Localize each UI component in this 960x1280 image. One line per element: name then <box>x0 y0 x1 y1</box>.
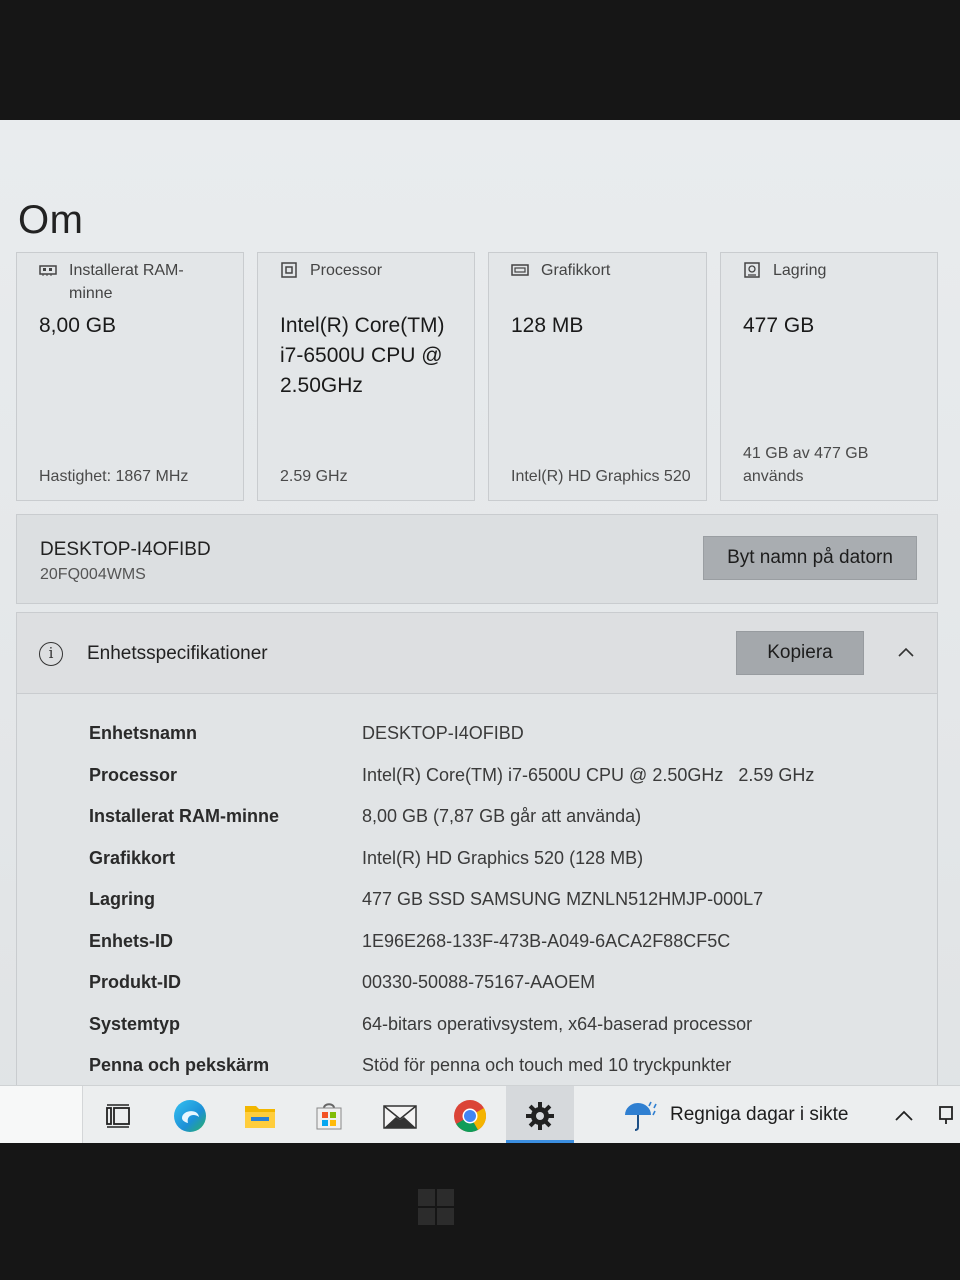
spec-key: Installerat RAM-minne <box>89 806 280 826</box>
ram-icon <box>39 265 57 276</box>
spec-row: Produkt-ID 00330-50088-75167-AAOEM <box>89 972 909 1014</box>
spec-key: Systemtyp <box>89 1013 181 1034</box>
weather-widget-text[interactable]: Regniga dagar i sikte <box>670 1104 849 1126</box>
storage-card-value: 477 GB <box>743 314 815 337</box>
ram-card-sub: Hastighet: 1867 MHz <box>39 468 189 485</box>
file-explorer-icon[interactable] <box>240 1096 280 1136</box>
umbrella-rain-icon[interactable] <box>620 1096 660 1136</box>
store-icon[interactable] <box>309 1096 349 1136</box>
spec-value: 477 GB SSD SAMSUNG MZNLN512HMJP-000L7 <box>362 889 764 909</box>
spec-row: Lagring 477 GB SSD SAMSUNG MZNLN512HMJP-0… <box>89 889 909 931</box>
storage-card-sub: 41 GB av 477 GB används <box>743 445 869 485</box>
network-icon[interactable] <box>932 1096 960 1136</box>
spec-value: 00330-50088-75167-AAOEM <box>362 972 596 992</box>
ram-card-label: Installerat RAM-minne <box>69 262 184 302</box>
spec-key: Enhets-ID <box>89 930 174 951</box>
edge-icon[interactable] <box>170 1096 210 1136</box>
processor-card-label: Processor <box>310 262 383 279</box>
processor-card-sub: 2.59 GHz <box>280 468 348 485</box>
storage-card: Lagring 477 GB 41 GB av 477 GB används <box>720 252 938 501</box>
device-specifications-header[interactable]: i Enhetsspecifikationer Kopiera <box>17 613 937 694</box>
chevron-up-icon[interactable] <box>897 643 915 661</box>
spec-row: Installerat RAM-minne 8,00 GB (7,87 GB gå… <box>89 806 909 848</box>
spec-value: Stöd för penna och touch med 10 tryckpun… <box>362 1055 732 1075</box>
device-name: DESKTOP-I4OFIBD <box>40 539 211 560</box>
device-name-panel: DESKTOP-I4OFIBD 20FQ004WMS Byt namn på d… <box>16 514 938 604</box>
graphics-card-label: Grafikkort <box>541 262 611 279</box>
windows-logo-icon <box>418 1189 454 1225</box>
ram-card-value: 8,00 GB <box>39 314 117 337</box>
graphics-card: Grafikkort 128 MB Intel(R) HD Graphics 5… <box>488 252 707 501</box>
processor-card: Processor Intel(R) Core(TM) i7-6500U CPU… <box>257 252 475 501</box>
spec-value: 64-bitars operativsystem, x64-baserad pr… <box>362 1013 753 1034</box>
chevron-up-icon[interactable] <box>884 1096 924 1136</box>
ram-card: Installerat RAM-minne 8,00 GB Hastighet:… <box>16 252 244 501</box>
spec-value: Intel(R) Core(TM) i7-6500U CPU @ 2.50GHz… <box>362 764 815 785</box>
spec-row: Systemtyp 64-bitars operativsystem, x64-b… <box>89 1014 909 1056</box>
taskbar-search-area[interactable] <box>0 1086 83 1143</box>
chrome-icon[interactable] <box>450 1096 490 1136</box>
device-model: 20FQ004WMS <box>40 566 146 583</box>
spec-value: Intel(R) HD Graphics 520 (128 MB) <box>362 847 644 868</box>
spec-value: 8,00 GB (7,87 GB går att använda) <box>362 806 642 826</box>
spec-value: DESKTOP-I4OFIBD <box>362 723 524 743</box>
task-view-icon[interactable] <box>98 1096 138 1136</box>
device-specifications-panel: i Enhetsspecifikationer Kopiera Enhetsna… <box>16 612 938 1142</box>
storage-icon <box>744 262 760 278</box>
settings-icon[interactable] <box>520 1096 560 1136</box>
device-specifications-title: Enhetsspecifikationer <box>87 643 268 664</box>
spec-row: Enhets-ID 1E96E268-133F-473B-A049-6ACA2F8… <box>89 931 909 973</box>
spec-key: Grafikkort <box>89 847 176 868</box>
taskbar: Regniga dagar i sikte <box>0 1085 960 1143</box>
spec-key: Penna och pekskärm <box>89 1055 270 1075</box>
spec-row: Grafikkort Intel(R) HD Graphics 520 (128 … <box>89 848 909 890</box>
processor-card-value: Intel(R) Core(TM) i7-6500U CPU @ 2.50GHz <box>280 314 445 397</box>
spec-row: Enhetsnamn DESKTOP-I4OFIBD <box>89 723 909 765</box>
processor-icon <box>281 262 297 278</box>
spec-key: Produkt-ID <box>89 972 181 992</box>
spec-key: Enhetsnamn <box>89 723 198 743</box>
spec-key: Processor <box>89 764 178 785</box>
spec-value: 1E96E268-133F-473B-A049-6ACA2F88CF5C <box>362 930 731 951</box>
copy-button[interactable]: Kopiera <box>736 631 864 675</box>
storage-card-label: Lagring <box>773 262 827 279</box>
rename-pc-button[interactable]: Byt namn på datorn <box>703 536 917 580</box>
mail-icon[interactable] <box>380 1096 420 1136</box>
info-icon: i <box>39 642 63 666</box>
spec-rows: Enhetsnamn DESKTOP-I4OFIBD Processor Intel… <box>89 723 909 1097</box>
page-title: Om <box>18 198 84 242</box>
graphics-card-icon <box>511 264 529 276</box>
graphics-card-value: 128 MB <box>511 314 584 337</box>
spec-row: Processor Intel(R) Core(TM) i7-6500U CPU … <box>89 765 909 807</box>
settings-window: Om Installerat RAM-minne 8,00 GB Hastigh… <box>0 120 960 1142</box>
spec-key: Lagring <box>89 889 155 909</box>
graphics-card-sub: Intel(R) HD Graphics 520 <box>511 468 691 485</box>
